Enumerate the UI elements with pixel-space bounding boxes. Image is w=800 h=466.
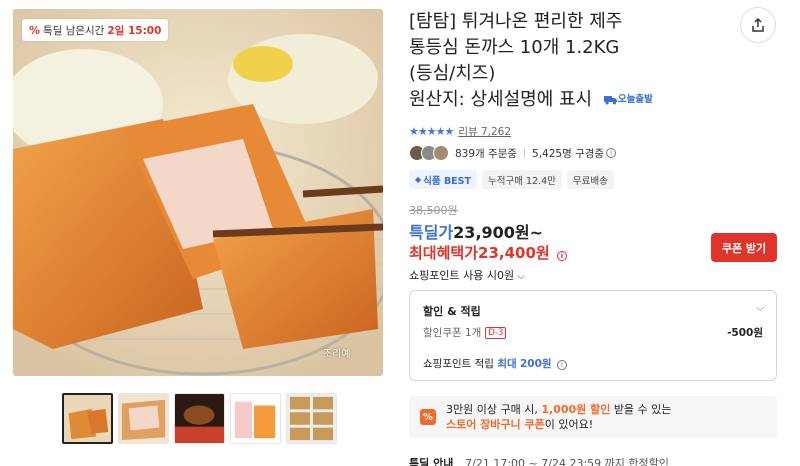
- rating-row: ★★★★★ 리뷰 7,262: [409, 124, 511, 139]
- promo-highlight: 1,000원 할인: [541, 403, 611, 416]
- deal-price: 특딜가23,900원~: [409, 219, 543, 243]
- main-product-image[interactable]: [13, 9, 383, 376]
- product-title-line: (등심/치즈): [409, 63, 496, 84]
- buyer-avatars: [409, 145, 449, 161]
- thumbnail-strip: [62, 393, 337, 444]
- points-prefix: 최대: [497, 358, 517, 370]
- truck-icon: [603, 96, 617, 105]
- store-cart-coupon-promo[interactable]: % 3만원 이상 구매 시, 1,000원 할인 받을 수 있는 스토어 장바구…: [409, 396, 777, 438]
- today-shipping-label: 오늘출발: [617, 94, 653, 105]
- product-origin-line: 원산지: 상세설명에 표시 오늘출발: [409, 87, 719, 113]
- badge-icon: ◆: [415, 175, 422, 184]
- coupon-row: 할인쿠폰 1개 D-3: [423, 325, 507, 340]
- free-shipping-chip: 무료배송: [566, 170, 614, 189]
- shopping-points-use-label: 쇼핑포인트 사용 시0원: [409, 269, 515, 282]
- today-shipping-badge: 오늘출발: [603, 87, 653, 113]
- share-icon: [752, 17, 764, 32]
- coupon-percent-icon: %: [420, 409, 436, 425]
- promo-text-part: 받을 수 있는: [613, 403, 672, 416]
- review-link[interactable]: 리뷰 7,262: [458, 124, 511, 139]
- product-title-line: 원산지: 상세설명에 표시: [409, 89, 593, 110]
- coupon-value: -500원: [727, 327, 763, 339]
- thumbnail-5[interactable]: [286, 393, 337, 444]
- discount-and-points-panel: 할인 & 적립 ⌵ 할인쿠폰 1개 D-3 -500원 쇼핑포인트 적립 최대 …: [409, 290, 777, 381]
- promo-highlight: 스토어 장바구니 쿠폰: [446, 418, 545, 431]
- points-row: 쇼핑포인트 적립 최대 200원 i: [423, 356, 567, 371]
- deal-price-label: 특딜가: [409, 223, 454, 242]
- coupon-dday-badge: D-3: [485, 326, 507, 339]
- shopping-points-use[interactable]: 쇼핑포인트 사용 시0원 ⌵: [409, 267, 524, 283]
- avatar: [433, 145, 449, 161]
- product-chips: ◆ 식품 BEST 누적구매 12.4만 무료배송: [409, 170, 614, 189]
- points-value: 200원: [519, 358, 552, 370]
- deal-info-label: 특딜 안내: [409, 457, 454, 466]
- coupon-label: 할인쿠폰 1개: [423, 327, 482, 339]
- deal-timer-badge: % 특딜 남은시간 2일 15:00: [22, 19, 169, 41]
- info-icon[interactable]: i: [606, 148, 617, 158]
- deal-price-value: 23,900원~: [453, 223, 544, 242]
- thumbnail-3[interactable]: [174, 393, 225, 444]
- promo-line-2: 스토어 장바구니 쿠폰이 있어요!: [446, 417, 671, 432]
- divider: [524, 148, 526, 158]
- product-title-line: [탐탐] 튀겨나온 편리한 제주: [409, 11, 623, 32]
- star-rating-icon: ★★★★★: [409, 125, 454, 138]
- ordering-count: 839개 주문중: [455, 147, 518, 160]
- promo-text-part: 이 있어요!: [544, 418, 594, 431]
- thumbnail-4[interactable]: [230, 393, 281, 444]
- deal-info-line: 특딜 안내 7/21 17:00 ~ 7/24 23:59 까지 한정할인: [409, 455, 669, 466]
- max-benefit-price: 최대혜택가23,400원 i: [409, 242, 567, 263]
- original-price: 38,500원: [409, 204, 458, 217]
- deal-timer-label: 특딜 남은시간: [43, 24, 105, 37]
- cumulative-purchase-chip: 누적구매 12.4만: [482, 170, 562, 189]
- promo-line-1: 3만원 이상 구매 시, 1,000원 할인 받을 수 있는: [446, 402, 671, 417]
- product-title: [탐탐] 튀겨나온 편리한 제주 통등심 돈까스 10개 1.2KG (등심/치…: [409, 9, 719, 113]
- deal-timer-value: 2일 15:00: [107, 24, 162, 37]
- viewing-count: 5,425명 구경중: [532, 147, 605, 160]
- get-coupon-button[interactable]: 쿠폰 받기: [711, 233, 777, 262]
- max-benefit-value: 23,400원: [478, 244, 550, 262]
- activity-stats: 839개 주문중 5,425명 구경중 i: [409, 145, 617, 161]
- thumbnail-2[interactable]: [118, 393, 169, 444]
- points-label: 쇼핑포인트 적립: [423, 358, 494, 370]
- chevron-down-icon[interactable]: ⌵: [756, 303, 764, 314]
- best-chip-label: 식품 BEST: [423, 175, 471, 187]
- max-benefit-label: 최대혜택가: [409, 244, 479, 262]
- thumbnail-1[interactable]: [62, 393, 113, 444]
- review-count: 7,262: [480, 126, 512, 138]
- promo-text-part: 3만원 이상 구매 시,: [446, 403, 538, 416]
- best-chip[interactable]: ◆ 식품 BEST: [409, 170, 477, 189]
- info-icon[interactable]: i: [556, 251, 567, 261]
- info-icon[interactable]: i: [556, 360, 567, 370]
- review-label: 리뷰: [458, 126, 478, 138]
- promo-text: 3만원 이상 구매 시, 1,000원 할인 받을 수 있는 스토어 장바구니 …: [446, 402, 671, 432]
- discount-heading: 할인 & 적립: [423, 305, 481, 318]
- deal-info-text: 7/21 17:00 ~ 7/24 23:59 까지 한정할인: [465, 457, 669, 466]
- product-title-line: 통등심 돈까스 10개 1.2KG: [409, 37, 620, 58]
- image-cooking-note: 조리예: [323, 349, 351, 360]
- chevron-down-icon: ⌵: [517, 272, 525, 282]
- percent-icon: %: [29, 23, 41, 37]
- share-button[interactable]: [740, 7, 776, 43]
